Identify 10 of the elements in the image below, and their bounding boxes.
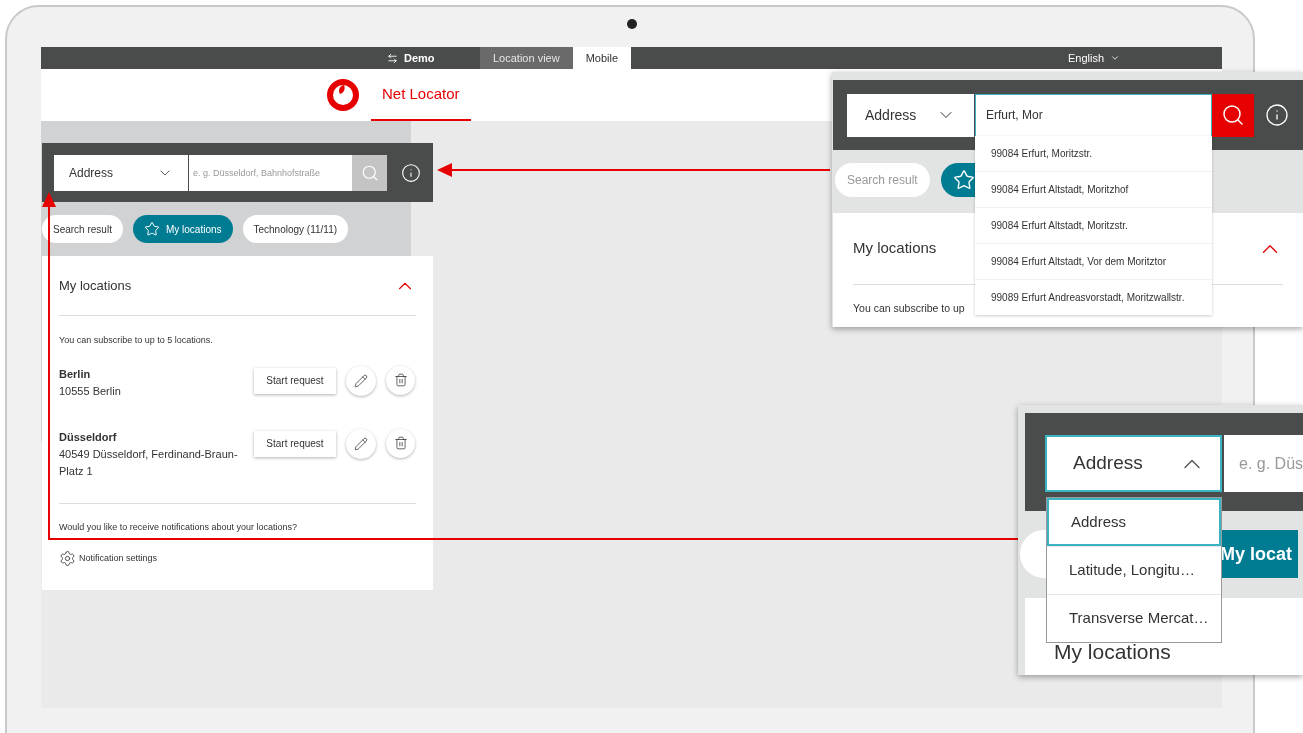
intro-text: You can subscribe to up to 5 locations.: [59, 334, 214, 347]
location-address: 10555 Berlin: [59, 383, 122, 399]
location-address: 40549 Düsseldorf, Ferdinand-Braun-Platz 1: [59, 446, 239, 479]
demo-label: Demo: [404, 50, 435, 66]
panel-title: My locations: [59, 276, 132, 295]
intro-text: You can subscribe to up: [853, 301, 966, 316]
notification-question: Would you like to receive notifications about your locations?: [59, 520, 298, 534]
panel-title: My locations: [853, 238, 937, 259]
location-name: Düsseldorf: [59, 429, 118, 445]
location-name: Berlin: [59, 366, 92, 382]
